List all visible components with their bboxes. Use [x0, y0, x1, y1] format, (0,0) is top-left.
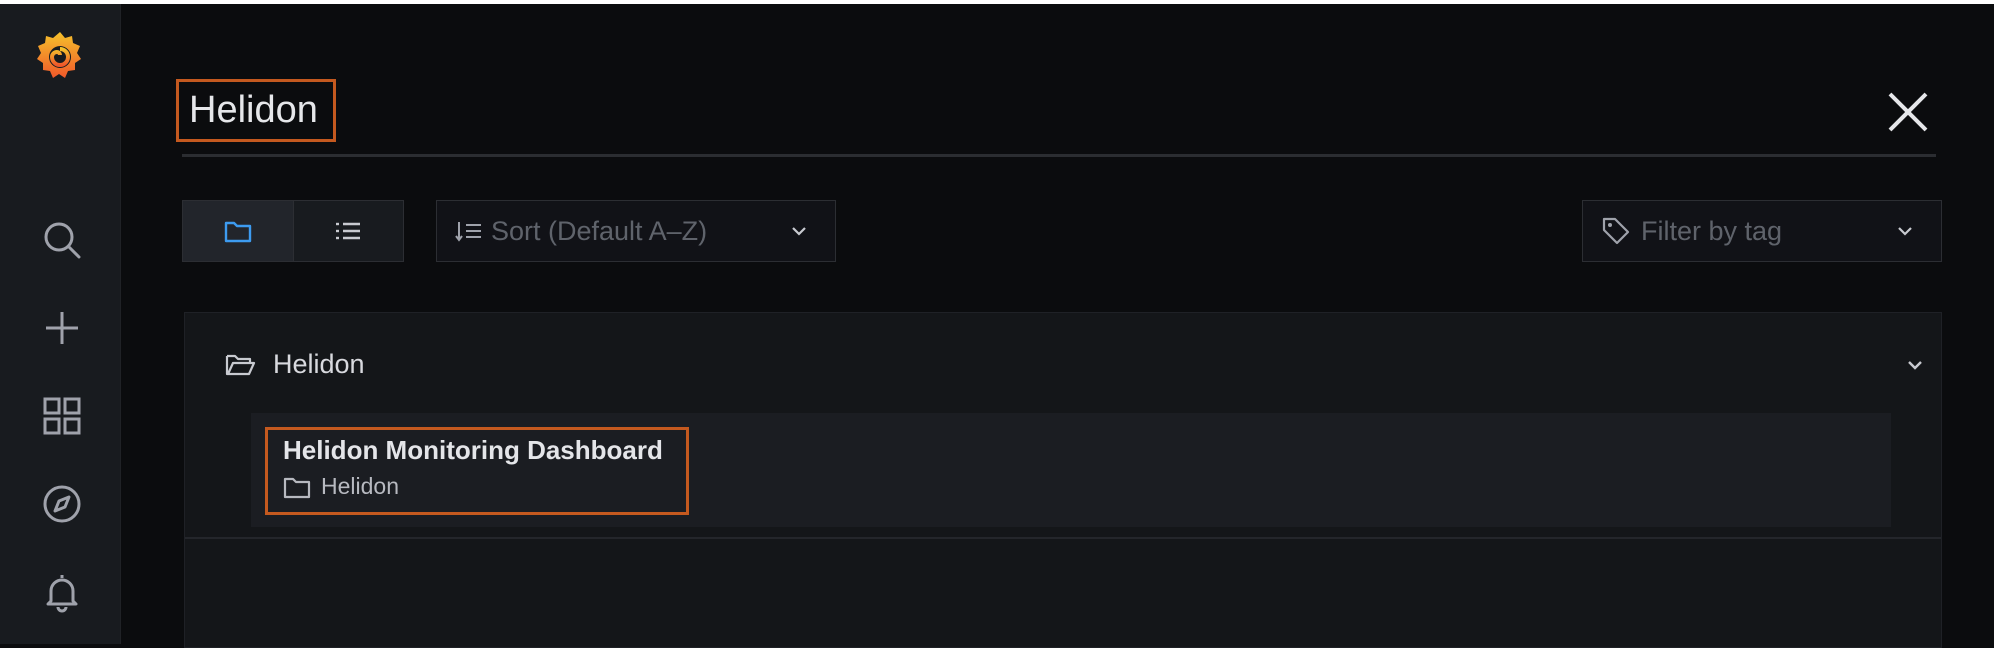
tag-filter-placeholder: Filter by tag	[1641, 215, 1783, 246]
chevron-down-icon[interactable]	[1903, 353, 1927, 377]
divider	[185, 537, 1941, 539]
grafana-logo-icon[interactable]	[34, 26, 86, 86]
search-bar	[182, 76, 1936, 157]
folder-icon	[224, 221, 252, 243]
search-input[interactable]: Helidon	[176, 79, 336, 142]
sort-select-placeholder: Sort (Default A–Z)	[491, 215, 708, 246]
search-icon[interactable]	[40, 218, 84, 262]
chevron-down-icon	[792, 227, 806, 236]
dashboard-folder-name: Helidon	[321, 473, 399, 499]
tag-filter-select[interactable]: Filter by tag	[1582, 200, 1942, 262]
list-view-button[interactable]	[293, 201, 403, 261]
dashboard-title[interactable]: Helidon Monitoring Dashboard	[283, 435, 663, 466]
close-button[interactable]	[1880, 84, 1936, 140]
tag-icon	[1602, 217, 1630, 245]
dashboard-folder-meta: Helidon	[283, 473, 399, 500]
plus-icon[interactable]	[40, 306, 84, 350]
dashboards-icon[interactable]	[40, 394, 84, 438]
sidebar	[0, 4, 121, 644]
chevron-down-icon	[1898, 227, 1912, 236]
close-icon	[1888, 92, 1928, 132]
view-toggle	[182, 200, 404, 262]
bell-icon[interactable]	[40, 570, 84, 614]
folder-name: Helidon	[273, 349, 365, 379]
folder-icon	[283, 477, 311, 498]
search-overlay: Helidon Sort (Default A–Z) Filter by tag…	[120, 4, 1994, 648]
folder-view-button[interactable]	[183, 201, 294, 261]
explore-icon[interactable]	[40, 482, 84, 526]
folder-section-header[interactable]: Helidon	[225, 349, 365, 380]
sort-icon	[455, 222, 481, 242]
list-item[interactable]: Helidon Monitoring Dashboard Helidon	[251, 413, 1891, 527]
search-results: Helidon Helidon Monitoring Dashboard Hel…	[184, 312, 1942, 648]
folder-open-icon	[225, 354, 256, 375]
list-icon	[336, 222, 360, 240]
sort-select[interactable]: Sort (Default A–Z)	[436, 200, 836, 262]
